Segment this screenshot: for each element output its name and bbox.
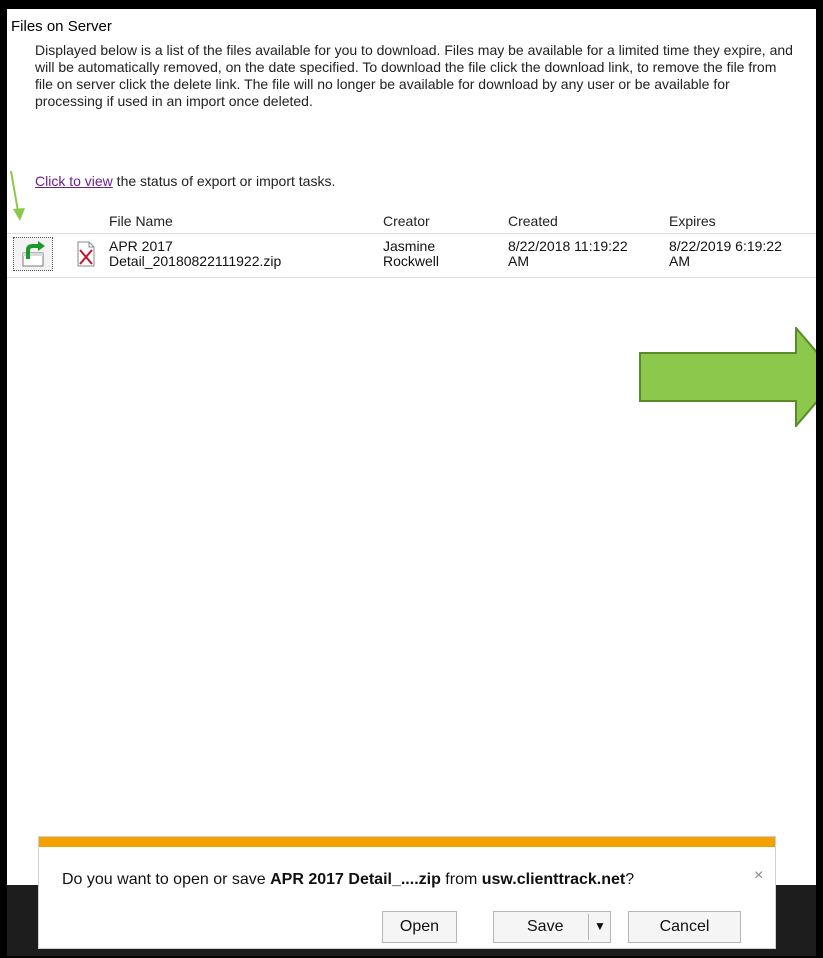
files-on-server-panel: Files on Server Displayed below is a lis… [7,9,816,956]
download-message-from: from [440,871,482,888]
expires-line2: AM [669,253,690,269]
download-host: usw.clienttrack.net [481,871,626,888]
creator-cell: Jasmine Rockwell [383,239,439,269]
download-message-prefix: Do you want to open or save [62,871,271,888]
created-line2: AM [508,253,529,269]
download-message: Do you want to open or save APR 2017 Det… [62,871,634,889]
view-status-line: Click to view the status of export or im… [35,173,335,189]
creator-line1: Jasmine [383,238,436,254]
cancel-button[interactable]: Cancel [628,911,741,943]
file-name-cell[interactable]: APR 2017 Detail_20180822111922.zip [109,239,281,269]
view-status-text: the status of export or import tasks. [112,173,336,189]
split-divider [588,914,589,940]
created-cell: 8/22/2018 11:19:22 AM [508,239,628,269]
zip-file-icon [76,241,96,267]
save-button[interactable]: Save [527,918,563,936]
save-split-button: Save ▼ [493,911,611,943]
col-header-expires: Expires [669,213,716,229]
close-icon[interactable]: × [754,867,763,885]
annotation-big-arrow-icon [639,327,816,427]
chevron-down-icon[interactable]: ▼ [594,919,606,933]
download-message-suffix: ? [625,871,635,888]
download-notification-bar: Do you want to open or save APR 2017 Det… [38,836,776,949]
notification-accent-bar [39,837,775,847]
table-row: APR 2017 Detail_20180822111922.zip Jasmi… [7,233,816,278]
creator-line2: Rockwell [383,253,440,269]
created-line1: 8/22/2018 11:19:22 [508,238,628,254]
expires-cell: 8/22/2019 6:19:22 AM [669,239,782,269]
col-header-file-name: File Name [109,213,173,229]
col-header-creator: Creator [383,213,430,229]
download-icon[interactable] [13,237,53,271]
annotation-arrow-icon [10,170,25,221]
page-title: Files on Server [11,18,112,35]
open-button[interactable]: Open [382,911,457,943]
download-filename: APR 2017 Detail_....zip [270,871,441,888]
expires-line1: 8/22/2019 6:19:22 [669,238,782,254]
file-name-line1: APR 2017 [109,238,173,254]
col-header-created: Created [508,213,558,229]
page-description: Displayed below is a list of the files a… [35,42,793,109]
view-status-link[interactable]: Click to view [35,173,113,189]
file-name-line2: Detail_20180822111922.zip [109,253,282,269]
